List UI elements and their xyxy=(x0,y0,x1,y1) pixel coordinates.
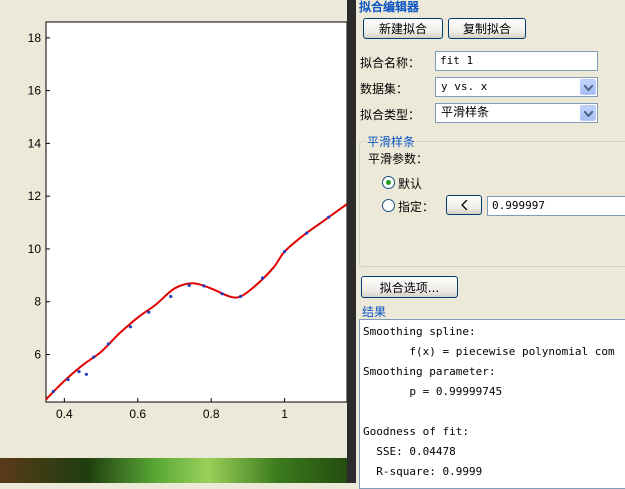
panel-splitter[interactable] xyxy=(347,0,356,483)
results-line: p = 0.99999745 xyxy=(363,385,503,398)
fit-type-select[interactable]: 平滑样条 xyxy=(435,103,598,123)
data-point xyxy=(238,294,243,299)
data-point xyxy=(66,377,70,382)
fit-options-button[interactable]: 拟合选项... xyxy=(361,276,458,298)
fit-editor-panel: 拟合编辑器 新建拟合 复制拟合 拟合名称： fit 1 数据集： y vs. x… xyxy=(356,0,625,489)
data-point xyxy=(106,342,111,346)
y-tick-label: 10 xyxy=(28,242,42,256)
data-point xyxy=(169,294,173,299)
fit-name-label: 拟合名称： xyxy=(360,56,421,70)
dataset-select-value: y vs. x xyxy=(441,80,488,93)
radio-selected-dot xyxy=(386,180,391,185)
data-point xyxy=(202,284,206,288)
chevron-left-icon xyxy=(460,200,467,210)
y-tick-label: 16 xyxy=(28,84,42,98)
data-point xyxy=(77,370,81,374)
data-point xyxy=(84,372,88,376)
data-point xyxy=(128,325,133,329)
copy-fit-button[interactable]: 复制拟合 xyxy=(448,18,526,39)
fit-type-label: 拟合类型： xyxy=(360,108,421,122)
chevron-down-icon[interactable] xyxy=(580,79,596,95)
data-point xyxy=(327,215,331,219)
smoothing-group-title: 平滑样条 xyxy=(365,133,418,150)
results-line: Smoothing parameter: xyxy=(363,365,496,378)
default-radio-label: 默认 xyxy=(398,177,423,191)
data-point xyxy=(305,231,309,235)
y-tick-label: 14 xyxy=(28,136,42,150)
dataset-select[interactable]: y vs. x xyxy=(435,77,598,97)
results-textbox[interactable]: Smoothing spline: f(x) = piecewise polyn… xyxy=(359,319,625,489)
results-line: R-square: 0.9999 xyxy=(363,465,483,478)
y-tick-label: 8 xyxy=(34,295,41,309)
results-line: SSE: 0.04478 xyxy=(363,445,456,458)
smoothing-param-label: 平滑参数： xyxy=(368,152,429,166)
plot-axes-background xyxy=(45,21,347,403)
data-point xyxy=(220,292,224,296)
data-point xyxy=(147,310,151,314)
dataset-label: 数据集： xyxy=(360,82,409,96)
results-line: Goodness of fit: xyxy=(363,425,469,438)
data-point xyxy=(282,249,287,254)
fit-type-select-value: 平滑样条 xyxy=(441,105,490,119)
y-tick-label: 18 xyxy=(28,31,42,45)
plot-panel: 6 8 10 12 14 16 18 0.4 0.6 0.8 1 xyxy=(0,0,347,483)
x-tick-label: 0.6 xyxy=(129,407,146,421)
data-point xyxy=(51,389,55,394)
fit-name-input[interactable]: fit 1 xyxy=(435,51,598,71)
specify-radio-label: 指定： xyxy=(398,200,435,214)
new-fit-button[interactable]: 新建拟合 xyxy=(363,18,443,39)
x-tick-label: 0.4 xyxy=(56,407,73,421)
data-point xyxy=(92,355,96,359)
results-line: f(x) = piecewise polynomial com xyxy=(363,345,615,358)
data-point xyxy=(187,283,191,287)
smoothing-value-input[interactable]: 0.999997 xyxy=(487,196,625,216)
y-tick-label: 6 xyxy=(34,348,41,362)
y-tick-label: 12 xyxy=(28,189,42,203)
fit-editor-title: 拟合编辑器 xyxy=(359,0,420,14)
results-title: 结果 xyxy=(362,305,387,319)
specify-radio[interactable] xyxy=(382,199,395,212)
default-radio[interactable] xyxy=(382,176,395,189)
results-line: Smoothing spline: xyxy=(363,325,476,338)
x-tick-label: 1 xyxy=(281,407,288,421)
decrease-smoothing-button[interactable] xyxy=(446,195,482,215)
plot-chart: 6 8 10 12 14 16 18 0.4 0.6 0.8 1 xyxy=(28,21,347,421)
data-point xyxy=(260,276,265,280)
x-tick-label: 0.8 xyxy=(203,407,220,421)
desktop-background-strip xyxy=(0,458,347,483)
chevron-down-icon[interactable] xyxy=(580,105,596,121)
